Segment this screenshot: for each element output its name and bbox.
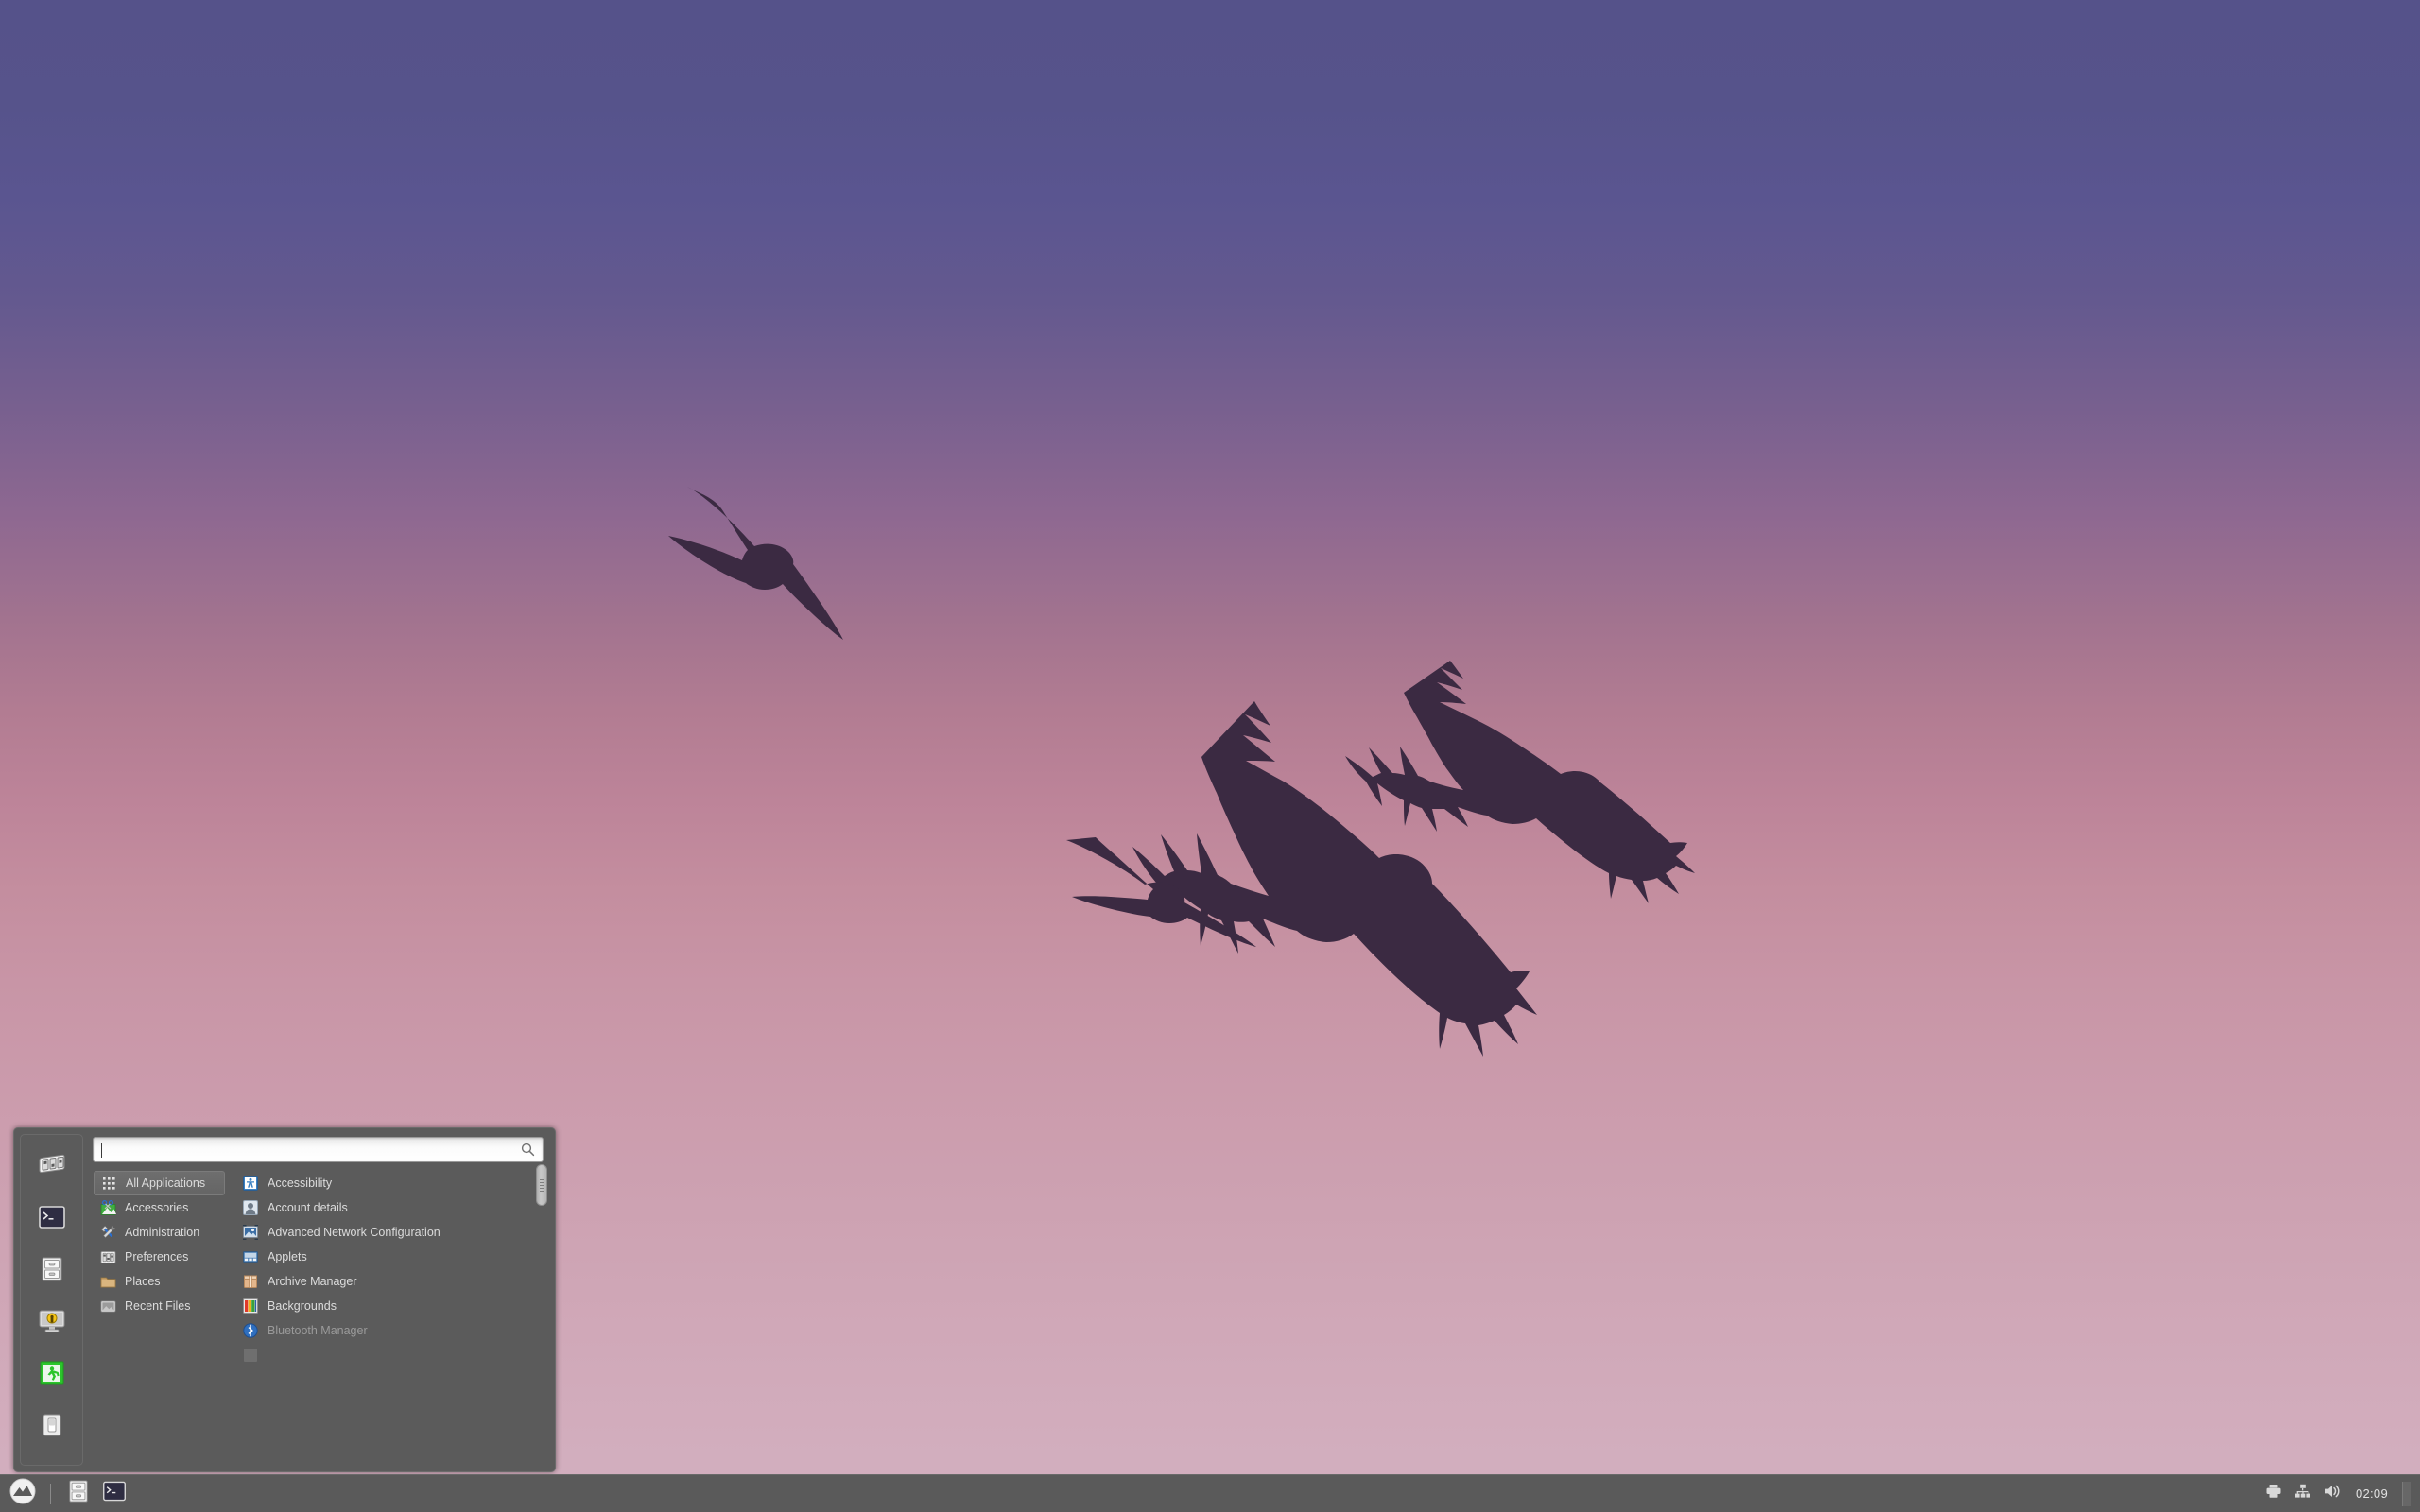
sidebar-item-lock-screen[interactable]	[34, 1306, 70, 1336]
category-label: Places	[125, 1274, 161, 1288]
app-label: Archive Manager	[268, 1274, 357, 1288]
placeholder-icon	[242, 1347, 259, 1364]
category-all-applications[interactable]: All Applications	[94, 1171, 225, 1195]
files-launcher[interactable]	[61, 1477, 95, 1511]
text-caret	[101, 1143, 102, 1158]
search-box[interactable]	[93, 1137, 544, 1162]
category-label: Accessories	[125, 1200, 189, 1214]
clock[interactable]: 02:09	[2352, 1486, 2392, 1501]
application-list-scrollbar[interactable]	[536, 1164, 547, 1500]
category-administration[interactable]: Administration	[94, 1220, 225, 1245]
network-tray-icon[interactable]	[2293, 1483, 2312, 1504]
accessibility-icon	[242, 1175, 259, 1192]
recent-files-icon	[99, 1297, 116, 1314]
search-icon[interactable]	[521, 1143, 543, 1157]
application-list: Accessibility Account details Advanced N…	[225, 1171, 549, 1466]
network-config-icon	[242, 1224, 259, 1241]
sidebar-item-terminal[interactable]	[34, 1202, 70, 1232]
application-menu[interactable]: All Applications Accessories Administrat…	[13, 1127, 556, 1472]
menu-columns: All Applications Accessories Administrat…	[93, 1162, 549, 1466]
power-switch-icon	[40, 1412, 64, 1438]
user-icon	[242, 1199, 259, 1216]
app-list-partial-item[interactable]	[236, 1343, 549, 1367]
scrollbar-thumb[interactable]	[536, 1164, 547, 1206]
archive-icon	[242, 1273, 259, 1290]
app-label: Account details	[268, 1200, 348, 1214]
scrollbar-grip-icon	[539, 1177, 544, 1194]
volume-tray-icon[interactable]	[2323, 1485, 2342, 1503]
file-cabinet-icon	[40, 1256, 64, 1282]
mint-menu-button[interactable]	[6, 1477, 40, 1511]
app-label: Bluetooth Manager	[268, 1323, 368, 1337]
app-label: Accessibility	[268, 1176, 333, 1190]
category-places[interactable]: Places	[94, 1269, 225, 1294]
app-advanced-network-configuration[interactable]: Advanced Network Configuration	[236, 1220, 549, 1245]
search-input[interactable]	[94, 1143, 521, 1157]
printer-icon	[2265, 1483, 2282, 1504]
category-label: Administration	[125, 1225, 200, 1239]
app-applets[interactable]: Applets	[236, 1245, 549, 1269]
app-accessibility[interactable]: Accessibility	[236, 1171, 549, 1195]
app-backgrounds[interactable]: Backgrounds	[236, 1294, 549, 1318]
sidebar-item-quit[interactable]	[34, 1410, 70, 1440]
search-row	[93, 1134, 549, 1162]
preferences-icon	[99, 1248, 116, 1265]
preferences-icon	[38, 1153, 66, 1177]
file-cabinet-icon	[67, 1479, 90, 1508]
app-label: Backgrounds	[268, 1298, 337, 1313]
terminal-icon	[38, 1205, 66, 1229]
category-label: Preferences	[125, 1249, 189, 1263]
accessories-icon	[99, 1199, 116, 1216]
list-fade-overlay	[225, 1434, 549, 1466]
category-label: All Applications	[126, 1176, 206, 1190]
menu-body: All Applications Accessories Administrat…	[83, 1134, 549, 1466]
taskbar-panel[interactable]: 02:09	[0, 1474, 2420, 1512]
bluetooth-icon	[242, 1322, 259, 1339]
app-label: Applets	[268, 1249, 307, 1263]
printer-tray-icon[interactable]	[2264, 1485, 2283, 1503]
menu-sidebar	[20, 1134, 83, 1466]
network-icon	[2294, 1483, 2311, 1504]
panel-show-desktop-button[interactable]	[2402, 1481, 2411, 1506]
category-accessories[interactable]: Accessories	[94, 1195, 225, 1220]
applets-icon	[242, 1248, 259, 1265]
category-label: Recent Files	[125, 1298, 191, 1313]
category-list: All Applications Accessories Administrat…	[93, 1171, 225, 1466]
sidebar-item-logout[interactable]	[34, 1358, 70, 1388]
app-bluetooth-manager[interactable]: Bluetooth Manager	[236, 1318, 549, 1343]
app-label: Advanced Network Configuration	[268, 1225, 441, 1239]
sidebar-item-files[interactable]	[34, 1254, 70, 1284]
panel-launcher-area	[0, 1475, 131, 1512]
category-preferences[interactable]: Preferences	[94, 1245, 225, 1269]
logout-icon	[39, 1360, 65, 1386]
tools-icon	[99, 1224, 116, 1241]
folder-icon	[99, 1273, 116, 1290]
terminal-launcher[interactable]	[97, 1477, 131, 1511]
sidebar-item-preferences[interactable]	[34, 1150, 70, 1180]
backgrounds-icon	[242, 1297, 259, 1314]
grid-icon	[100, 1175, 117, 1192]
system-tray: 02:09	[2264, 1475, 2420, 1512]
mint-logo-icon	[9, 1478, 36, 1509]
volume-icon	[2324, 1483, 2341, 1504]
category-recent-files[interactable]: Recent Files	[94, 1294, 225, 1318]
lock-screen-icon	[38, 1308, 66, 1334]
app-archive-manager[interactable]: Archive Manager	[236, 1269, 549, 1294]
panel-separator	[50, 1483, 51, 1504]
terminal-icon	[102, 1480, 127, 1507]
app-account-details[interactable]: Account details	[236, 1195, 549, 1220]
